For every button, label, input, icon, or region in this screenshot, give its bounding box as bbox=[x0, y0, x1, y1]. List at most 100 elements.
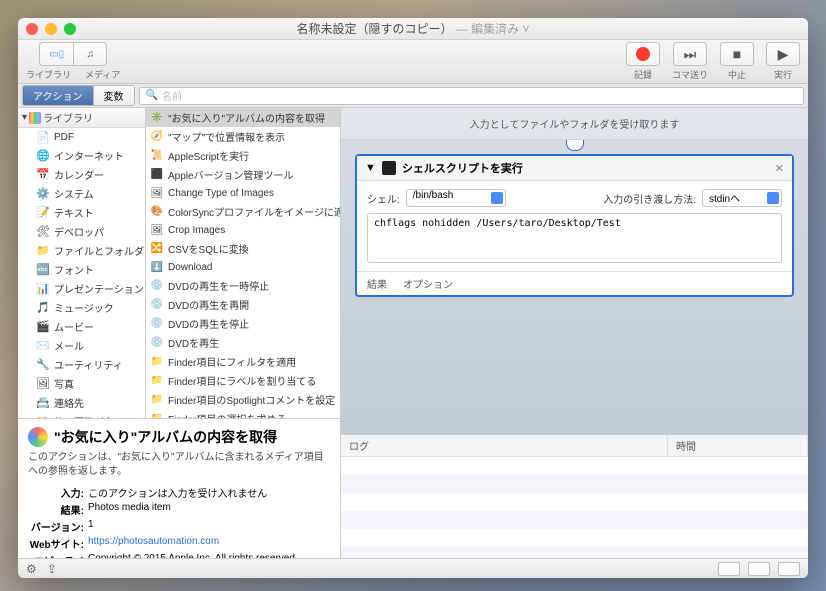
canvas-hint: 入力としてファイルやフォルダを受け取ります bbox=[341, 108, 808, 140]
category-label: メール bbox=[54, 338, 84, 353]
record-icon bbox=[636, 47, 650, 61]
library-item[interactable]: 📊 プレゼンテーション bbox=[18, 279, 145, 298]
action-label: DVDの再生を再開 bbox=[168, 297, 249, 312]
action-label: Download bbox=[168, 262, 212, 273]
action-label: AppleScriptを実行 bbox=[168, 148, 249, 163]
minimize-window-button[interactable] bbox=[45, 23, 57, 35]
action-list-item[interactable]: ⬇️Download bbox=[146, 258, 340, 276]
info-version-key: バージョン: bbox=[28, 519, 84, 534]
action-label: Change Type of Images bbox=[168, 188, 274, 199]
action-list-item[interactable]: 💿DVDの再生を停止 bbox=[146, 314, 340, 333]
library-item[interactable]: 📝テキスト bbox=[18, 203, 145, 222]
run-button[interactable]: ▶ bbox=[766, 42, 800, 66]
category-icon: 📅 bbox=[36, 168, 50, 182]
action-list-item[interactable]: 🖼Change Type of Images bbox=[146, 184, 340, 202]
view-mode-button-1[interactable] bbox=[718, 562, 740, 576]
actions-tab[interactable]: アクション bbox=[22, 85, 94, 106]
gear-icon[interactable]: ⚙︎ bbox=[26, 562, 37, 576]
action-list-item[interactable]: ⬛Appleバージョン管理ツール bbox=[146, 165, 340, 184]
category-icon: 📝 bbox=[36, 206, 50, 220]
category-label: システム bbox=[54, 186, 94, 201]
library-toggle-button[interactable]: ▭▯ bbox=[39, 42, 73, 66]
category-label: PDF bbox=[54, 132, 74, 143]
info-description: このアクションは、"お気に入り"アルバムに含まれるメディア項目への参照を返します… bbox=[28, 451, 330, 479]
action-list-item[interactable]: 📁Finder項目のSpotlightコメントを設定 bbox=[146, 390, 340, 409]
action-label: Crop Images bbox=[168, 225, 225, 236]
library-item[interactable]: 🖼写真 bbox=[18, 374, 145, 393]
category-label: ユーティリティ bbox=[54, 357, 123, 372]
library-item[interactable]: 🎬ムービー bbox=[18, 317, 145, 336]
record-label: 記録 bbox=[634, 68, 652, 81]
category-label: ムービー bbox=[54, 319, 94, 334]
library-item[interactable]: 🔤フォント bbox=[18, 260, 145, 279]
search-input[interactable]: 🔍 名前 bbox=[139, 87, 805, 105]
results-tab[interactable]: 結果 bbox=[367, 276, 387, 291]
media-toggle-button[interactable]: ♫ bbox=[73, 42, 107, 66]
action-list-item[interactable]: ✳️"お気に入り"アルバムの内容を取得 bbox=[146, 108, 340, 127]
action-icon: 📁 bbox=[150, 374, 164, 388]
library-header[interactable]: ▾ ライブラリ bbox=[18, 108, 145, 128]
category-icon: 📇 bbox=[36, 396, 50, 410]
pass-input-select[interactable]: stdinへ bbox=[702, 189, 782, 207]
play-icon: ▶ bbox=[778, 46, 789, 63]
options-tab[interactable]: オプション bbox=[403, 276, 453, 291]
action-list-item[interactable]: 📁Finder項目にラベルを割り当てる bbox=[146, 371, 340, 390]
time-column-header[interactable]: 時間 bbox=[668, 435, 808, 456]
action-list-item[interactable]: 📁Finder項目にフィルタを適用 bbox=[146, 352, 340, 371]
action-list-item[interactable]: 🔀CSVをSQLに変換 bbox=[146, 239, 340, 258]
photos-app-icon bbox=[28, 427, 48, 447]
action-list-item[interactable]: 💿DVDの再生を再開 bbox=[146, 295, 340, 314]
library-item[interactable]: 🔧ユーティリティ bbox=[18, 355, 145, 374]
record-button[interactable] bbox=[626, 42, 660, 66]
category-label: ミュージック bbox=[54, 300, 114, 315]
close-window-button[interactable] bbox=[26, 23, 38, 35]
step-button[interactable]: ⏭ bbox=[673, 42, 707, 66]
library-item[interactable]: ⚙️システム bbox=[18, 184, 145, 203]
stop-label: 中止 bbox=[728, 68, 746, 81]
library-item[interactable]: 📄PDF bbox=[18, 128, 145, 146]
log-column-header[interactable]: ログ bbox=[341, 435, 668, 456]
action-info-panel: "お気に入り"アルバムの内容を取得 このアクションは、"お気に入り"アルバムに含… bbox=[18, 418, 341, 558]
category-icon: ✉️ bbox=[36, 339, 50, 353]
view-mode-button-2[interactable] bbox=[748, 562, 770, 576]
action-icon: 🧭 bbox=[150, 130, 164, 144]
library-item[interactable]: 🌐インターネット bbox=[18, 146, 145, 165]
disclosure-triangle-icon: ▾ bbox=[22, 112, 27, 123]
action-close-button[interactable]: ✕ bbox=[775, 162, 784, 175]
category-icon: 🛠 bbox=[36, 225, 50, 239]
library-item[interactable]: 🎵ミュージック bbox=[18, 298, 145, 317]
traffic-lights bbox=[26, 23, 76, 35]
script-textarea[interactable]: chflags nohidden /Users/taro/Desktop/Tes… bbox=[367, 213, 782, 263]
shell-select[interactable]: /bin/bash bbox=[406, 189, 506, 207]
library-mode-segment: アクション 変数 bbox=[22, 85, 135, 106]
workflow-action-shell-script[interactable]: ▼ シェルスクリプトを実行 ✕ シェル: /bin/bash 入力の引き渡し方法… bbox=[355, 154, 794, 297]
action-label: DVDを再生 bbox=[168, 335, 219, 350]
category-icon: 📊 bbox=[36, 282, 50, 296]
zoom-window-button[interactable] bbox=[64, 23, 76, 35]
variables-tab[interactable]: 変数 bbox=[94, 85, 135, 106]
library-item[interactable]: 📁ファイルとフォルダ bbox=[18, 241, 145, 260]
view-mode-button-3[interactable] bbox=[778, 562, 800, 576]
action-list-item[interactable]: 💿 DVDを再生 bbox=[146, 333, 340, 352]
library-header-label: ライブラリ bbox=[43, 110, 93, 125]
info-title: "お気に入り"アルバムの内容を取得 bbox=[54, 427, 277, 447]
library-item[interactable]: 🛠デベロッパ bbox=[18, 222, 145, 241]
action-list-item[interactable]: 📜AppleScriptを実行 bbox=[146, 146, 340, 165]
action-list-item[interactable]: 🧭"マップ"で位置情報を表示 bbox=[146, 127, 340, 146]
action-list-item[interactable]: 🖼Crop Images bbox=[146, 221, 340, 239]
disclosure-triangle-icon[interactable]: ▼ bbox=[365, 162, 376, 174]
share-icon[interactable]: ⇪ bbox=[47, 562, 57, 576]
action-header[interactable]: ▼ シェルスクリプトを実行 ✕ bbox=[357, 156, 792, 181]
library-item[interactable]: 📇連絡先 bbox=[18, 393, 145, 412]
info-website-link[interactable]: https://photosautomation.com bbox=[88, 536, 219, 551]
workflow-canvas[interactable]: 入力としてファイルやフォルダを受け取ります ▼ シェルスクリプトを実行 ✕ シェ… bbox=[341, 108, 808, 558]
media-label: メディア bbox=[85, 68, 120, 81]
library-item[interactable]: 📅カレンダー bbox=[18, 165, 145, 184]
action-list-item[interactable]: 🎨ColorSyncプロファイルをイメージに適用 bbox=[146, 202, 340, 221]
stop-button[interactable]: ■ bbox=[720, 42, 754, 66]
app-window: 名称未設定（隠すのコピー） — 編集済み ˅ ▭▯ ♫ ライブラリ メディア 記… bbox=[18, 18, 808, 578]
action-icon: 💿 bbox=[150, 336, 164, 350]
action-list-item[interactable]: 💿DVDの再生を一時停止 bbox=[146, 276, 340, 295]
library-item[interactable]: ✉️ メール bbox=[18, 336, 145, 355]
category-label: プレゼンテーション bbox=[54, 281, 144, 296]
